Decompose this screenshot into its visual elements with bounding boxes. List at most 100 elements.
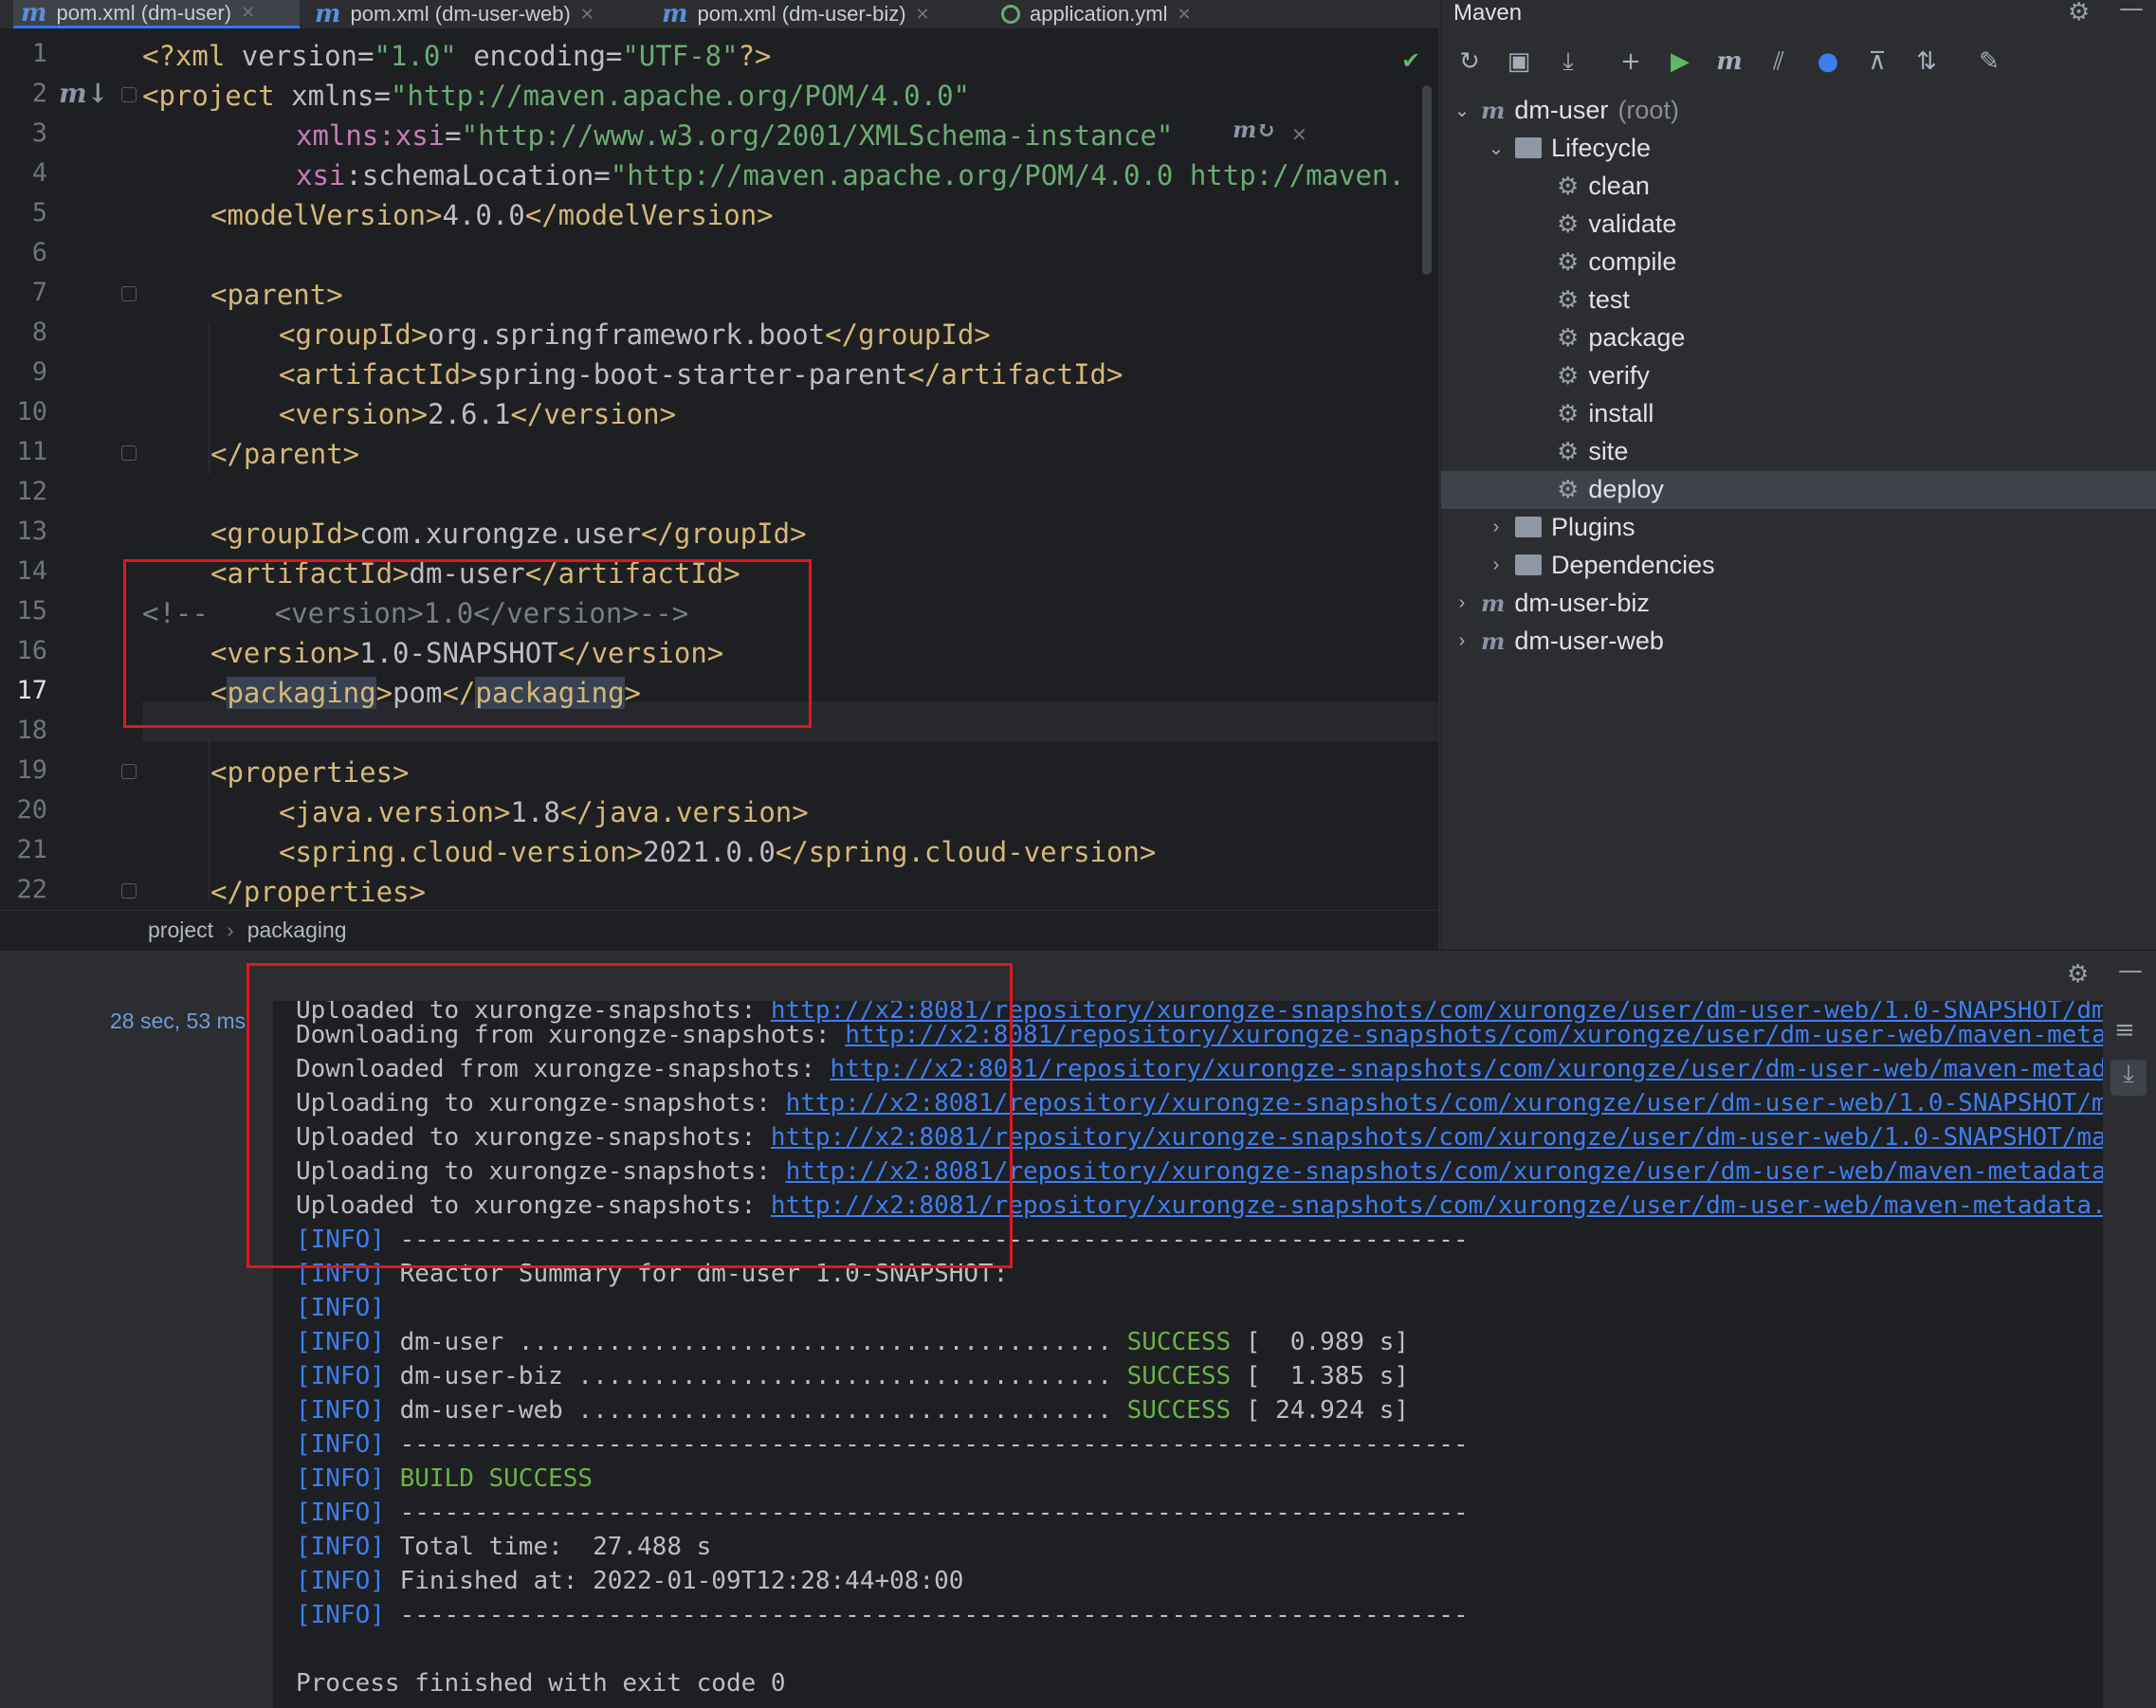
line-number: 19 bbox=[16, 755, 47, 785]
chevron-right-icon[interactable]: › bbox=[1453, 592, 1471, 614]
chevron-right-icon[interactable]: › bbox=[1487, 517, 1506, 538]
line-number: 11 bbox=[16, 437, 47, 466]
close-icon[interactable]: ✕ bbox=[1291, 123, 1307, 146]
breadcrumb-item[interactable]: project bbox=[148, 918, 213, 943]
line-number: 12 bbox=[16, 477, 47, 506]
minimize-icon[interactable]: — bbox=[2119, 0, 2144, 23]
line-number: 3 bbox=[31, 118, 47, 148]
collapse-all-icon[interactable]: ⇅ bbox=[1910, 45, 1943, 78]
tab-label: pom.xml (dm-user) bbox=[56, 0, 232, 25]
code-line-21: <spring.cloud-version>2021.0.0</spring.c… bbox=[279, 836, 1157, 868]
annotation-box bbox=[247, 963, 1013, 1268]
fold-icon[interactable] bbox=[121, 87, 137, 102]
gear-icon[interactable]: ⚙ bbox=[2067, 960, 2089, 989]
console-line: [INFO] Total time: 27.488 s bbox=[296, 1533, 712, 1561]
download-icon[interactable]: ⤓ bbox=[1552, 45, 1584, 78]
gear-icon: ⚙ bbox=[1557, 474, 1580, 503]
console-line: [INFO] ---------------------------------… bbox=[296, 1430, 1469, 1459]
console-line: [INFO] ---------------------------------… bbox=[296, 1601, 1469, 1629]
scroll-to-end-icon[interactable]: ⤓ bbox=[2110, 1060, 2147, 1096]
code-line-3: xmlns:xsi="http://www.w3.org/2001/XMLSch… bbox=[296, 119, 1174, 152]
tab-pom-dm-user-web[interactable]: m pom.xml (dm-user-web) ✕ bbox=[315, 0, 594, 28]
code-line-22: </properties> bbox=[210, 876, 426, 908]
console-link[interactable]: http://x2:8081/repository/xurongze-snaps… bbox=[831, 1055, 2103, 1083]
code-line-20: <java.version>1.8</java.version> bbox=[279, 796, 809, 828]
tab-label: application.yml bbox=[1030, 2, 1168, 26]
lifecycle-goal[interactable]: ⚙ clean bbox=[1557, 167, 1650, 205]
folder-gear-icon bbox=[1515, 137, 1542, 158]
maven-reload-icon[interactable]: m↻ bbox=[1233, 116, 1276, 143]
line-number: 16 bbox=[16, 636, 47, 665]
close-icon[interactable]: ✕ bbox=[1178, 5, 1192, 25]
gear-icon: ⚙ bbox=[1557, 360, 1580, 390]
line-number: 20 bbox=[16, 795, 47, 825]
skip-tests-icon[interactable]: ● bbox=[1812, 45, 1844, 78]
gear-icon: ⚙ bbox=[1557, 246, 1580, 276]
lifecycle-goal[interactable]: ⚙ compile bbox=[1557, 243, 1676, 281]
fold-icon[interactable] bbox=[121, 445, 137, 461]
tab-pom-dm-user-biz[interactable]: m pom.xml (dm-user-biz) ✕ bbox=[662, 0, 930, 28]
fold-icon[interactable] bbox=[121, 883, 137, 899]
line-number: 4 bbox=[31, 158, 47, 188]
annotation-box bbox=[123, 559, 812, 728]
maven-panel-title: Maven bbox=[1453, 0, 1523, 26]
lifecycle-goal[interactable]: ⚙ verify bbox=[1557, 356, 1650, 394]
code-line-19: <properties> bbox=[210, 756, 410, 789]
inspection-ok-icon[interactable]: ✔ bbox=[1401, 47, 1420, 74]
chevron-right-icon[interactable]: › bbox=[1487, 554, 1506, 576]
maven-gutter-icon[interactable]: m↓ bbox=[59, 78, 109, 109]
toggle-offline-icon[interactable]: ⫽ bbox=[1763, 45, 1795, 78]
lifecycle-goal[interactable]: ⚙ site bbox=[1557, 432, 1628, 470]
lifecycle-goal[interactable]: ⚙ validate bbox=[1557, 205, 1676, 243]
line-number: 7 bbox=[31, 278, 47, 307]
close-icon[interactable]: ✕ bbox=[241, 3, 255, 23]
minimize-icon[interactable]: — bbox=[2118, 956, 2143, 985]
lifecycle-goal-selected[interactable]: ⚙ deploy bbox=[1557, 470, 1664, 508]
line-number: 9 bbox=[31, 357, 47, 387]
run-icon[interactable]: ▶ bbox=[1664, 45, 1696, 78]
tree-lifecycle[interactable]: ⌄ Lifecycle bbox=[1487, 129, 1651, 167]
close-icon[interactable]: ✕ bbox=[916, 5, 930, 25]
folder-library-icon bbox=[1515, 554, 1542, 575]
tree-module-dm-user-web[interactable]: › m dm-user-web bbox=[1453, 622, 1664, 660]
line-number: 1 bbox=[31, 39, 47, 68]
maven-goal-icon[interactable]: m bbox=[1713, 45, 1745, 78]
tree-module-dm-user-biz[interactable]: › m dm-user-biz bbox=[1453, 584, 1650, 622]
chevron-down-icon[interactable]: ⌄ bbox=[1487, 136, 1506, 160]
tree-plugins[interactable]: › Plugins bbox=[1487, 508, 1635, 546]
fold-icon[interactable] bbox=[121, 286, 137, 301]
maven-icon: m bbox=[662, 0, 688, 28]
settings-wrench-icon[interactable]: ✎ bbox=[1973, 45, 2005, 78]
code-line-8: <groupId>org.springframework.boot</group… bbox=[279, 318, 991, 351]
plus-icon[interactable]: + bbox=[1615, 45, 1647, 78]
line-number: 6 bbox=[31, 238, 47, 267]
chevron-down-icon[interactable]: ⌄ bbox=[1453, 99, 1471, 122]
gear-icon: ⚙ bbox=[1557, 398, 1580, 427]
lifecycle-goal[interactable]: ⚙ install bbox=[1557, 394, 1654, 432]
soft-wrap-icon[interactable]: ≡ bbox=[2114, 1016, 2135, 1045]
show-dependencies-icon[interactable]: ⊼ bbox=[1861, 45, 1893, 78]
tab-application-yml[interactable]: application.yml ✕ bbox=[1001, 0, 1192, 28]
tab-pom-dm-user[interactable]: m pom.xml (dm-user) ✕ bbox=[13, 0, 300, 28]
editor-scrollbar[interactable] bbox=[1422, 85, 1432, 275]
tree-dependencies[interactable]: › Dependencies bbox=[1487, 546, 1715, 584]
console-link[interactable]: http://x2:8081/repository/xurongze-snaps… bbox=[845, 1021, 2103, 1049]
lifecycle-goal[interactable]: ⚙ test bbox=[1557, 281, 1630, 318]
lifecycle-goal[interactable]: ⚙ package bbox=[1557, 318, 1685, 356]
console-line: [INFO] ---------------------------------… bbox=[296, 1499, 1469, 1527]
console-line: Process finished with exit code 0 bbox=[296, 1669, 786, 1698]
yaml-icon bbox=[1001, 5, 1020, 24]
fold-icon[interactable] bbox=[121, 764, 137, 779]
gear-icon: ⚙ bbox=[1557, 284, 1580, 314]
close-icon[interactable]: ✕ bbox=[580, 5, 594, 25]
reload-icon[interactable]: ↻ bbox=[1453, 45, 1486, 78]
tree-root-dm-user[interactable]: ⌄ m dm-user (root) bbox=[1453, 91, 1679, 129]
line-number: 14 bbox=[16, 556, 47, 586]
maven-icon: m bbox=[21, 0, 47, 27]
chevron-right-icon[interactable]: › bbox=[1453, 630, 1471, 652]
code-line-13: <groupId>com.xurongze.user</groupId> bbox=[210, 518, 807, 550]
add-folder-icon[interactable]: ▣ bbox=[1503, 45, 1535, 78]
line-number: 10 bbox=[16, 397, 47, 427]
breadcrumb-item[interactable]: packaging bbox=[247, 918, 347, 943]
gear-icon[interactable]: ⚙ bbox=[2068, 0, 2090, 27]
